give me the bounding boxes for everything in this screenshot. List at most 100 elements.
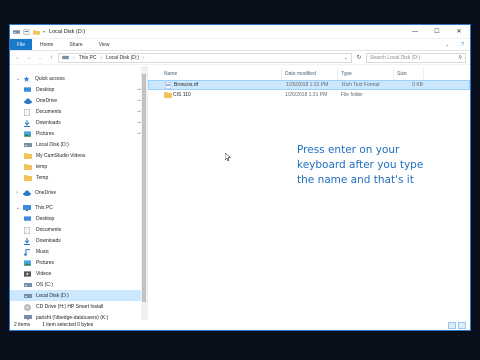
minimize-button[interactable]: — [404,25,426,39]
address-dropdown-icon[interactable]: ⌄ [344,55,348,61]
nav-item-downloads[interactable]: Downloads ⊸ [10,117,147,128]
tab-home[interactable]: Home [32,39,61,50]
file-type-cell: File folder [338,92,394,98]
breadcrumb-local-disk[interactable]: Local Disk (D:) [106,55,139,61]
pictures-icon [24,259,32,266]
mouse-cursor-icon [225,153,231,162]
music-icon [24,248,32,256]
nav-item-onedrive[interactable]: OneDrive ⊸ [10,95,147,106]
nav-item-temp[interactable]: Temp [10,172,147,183]
chevron-right-icon[interactable]: › [16,190,22,196]
nav-item-os-c[interactable]: OS (C:) [10,279,147,290]
column-header-type[interactable]: Type [338,68,394,80]
search-placeholder: Search Local Disk (D:) [370,54,421,61]
window-title: Local Disk (D:) [49,28,86,35]
selection-info: 1 item selected 0 bytes [42,322,94,328]
star-icon [23,75,31,82]
nav-item-label: Quick access [35,75,65,82]
documents-icon [23,108,32,116]
file-list-pane[interactable]: Name Date modified Type Size Broncos.rtf… [148,66,470,320]
tab-view[interactable]: View [91,39,118,50]
nav-item-label: OneDrive [35,189,57,196]
navigation-pane[interactable]: ⌄ Quick access Desktop ⊸ OneDrive ⊸ Documents ⊸… [10,66,148,322]
nav-item-pictures[interactable]: Pictures ⊸ [10,128,147,139]
nav-item-videos[interactable]: Videos [10,268,147,279]
nav-item-my-camstudio-videos[interactable]: My CamStudio Videos [10,150,147,161]
desktop-icon [24,215,32,222]
properties-icon[interactable] [23,28,30,35]
file-row[interactable]: CIS 110 1/26/2018 1:31 PM File folder [148,90,470,100]
nav-item-music[interactable]: Music [10,246,147,257]
nav-pane-scrollbar[interactable] [141,66,147,320]
column-header-size[interactable]: Size [394,68,424,80]
folder-icon [24,152,32,159]
nav-item-local-disk-d[interactable]: Local Disk (D:) [10,290,147,301]
file-name-cell: CIS 110 [161,92,282,98]
scrollbar-thumb[interactable] [142,74,146,302]
maximize-button[interactable]: ☐ [426,25,448,39]
up-arrow-icon[interactable]: ↑ [47,55,55,61]
file-date-modified: 1/26/2018 1:31 PM [285,92,328,98]
file-row[interactable]: Broncos.rtf 1/26/2018 1:32 PM Rich Text Fo… [148,80,470,90]
details-view-icon[interactable] [448,321,456,329]
nav-item-downloads[interactable]: Downloads [10,235,147,246]
large-icons-view-icon[interactable] [458,321,466,329]
nav-item-local-disk-d[interactable]: Local Disk (D:) [10,139,147,150]
navigation-bar: ← → ⌄ ↑ › This PC › Local Disk (D:) › ⌄ … [10,51,470,65]
nav-item-documents[interactable]: Documents [10,224,147,235]
chevron-down-icon[interactable]: ⌄ [16,205,22,211]
caption-line: the name and that's it [297,174,414,186]
column-header-date-modified[interactable]: Date modified [282,68,338,80]
expand-ribbon-icon[interactable]: ⌄ [439,39,455,50]
drive-icon [24,282,32,288]
nav-item-quick-access[interactable]: ⌄ Quick access [10,73,147,84]
nav-item-label: Local Disk (D:) [36,141,69,148]
search-input[interactable]: Search Local Disk (D:) ⚲ [366,52,466,63]
help-icon[interactable]: ? [455,39,470,50]
refresh-icon[interactable]: ↻ [355,54,363,61]
nav-item-label: Documents [36,108,62,115]
cloud-icon [23,190,31,196]
nav-item-label: temp [36,163,48,170]
nav-item-label: Documents [36,226,62,233]
tab-file[interactable]: File [10,39,32,50]
caption-line: Press enter on your [297,144,400,156]
nav-item-label: Videos [36,270,52,277]
nav-item-desktop[interactable]: Desktop ⊸ [10,84,147,95]
nav-item-desktop[interactable]: Desktop [10,213,147,224]
close-button[interactable]: ✕ [448,25,470,39]
forward-arrow-icon[interactable]: → [25,55,33,61]
nav-item-documents[interactable]: Documents ⊸ [10,106,147,117]
recent-locations-icon[interactable]: ⌄ [36,55,44,60]
cloud-icon [24,98,32,104]
desktop-icon [24,86,32,93]
breadcrumb-this-pc[interactable]: This PC [79,55,97,61]
file-date-modified-cell: 1/26/2018 1:32 PM [283,82,339,88]
new-folder-icon[interactable] [33,29,40,35]
nav-item-label: This PC [35,204,53,211]
address-bar[interactable]: › This PC › Local Disk (D:) › ⌄ [58,52,352,63]
chevron-down-icon[interactable]: ⌄ [16,76,22,82]
file-size-cell: 0 KB [395,82,425,88]
tab-share[interactable]: Share [61,39,90,50]
downloads-icon [24,119,32,127]
nav-item-temp[interactable]: temp [10,161,147,172]
file-name: CIS 110 [173,92,191,98]
nav-item-label: My CamStudio Videos [36,152,86,159]
drive-icon [13,29,20,34]
drive-icon [24,142,32,148]
nav-item-this-pc[interactable]: ⌄ This PC [10,202,147,213]
nav-item-pictures[interactable]: Pictures [10,257,147,268]
folder-icon [24,163,32,170]
documents-icon [23,226,32,234]
nav-item-label: Temp [36,174,49,181]
quick-access-dropdown-icon[interactable]: ▾ [43,29,45,34]
folder-icon [24,174,32,181]
nav-item-onedrive[interactable]: › OneDrive [10,187,147,198]
item-count: 2 items [14,322,31,328]
file-type-cell: Rich Text Format [339,82,395,88]
nav-item-cd-drive-h-hp-smart-install[interactable]: CD Drive (H:) HP Smart Install [10,301,147,312]
back-arrow-icon[interactable]: ← [14,55,22,61]
column-header-name[interactable]: Name [161,68,282,80]
drive-icon [24,293,32,299]
